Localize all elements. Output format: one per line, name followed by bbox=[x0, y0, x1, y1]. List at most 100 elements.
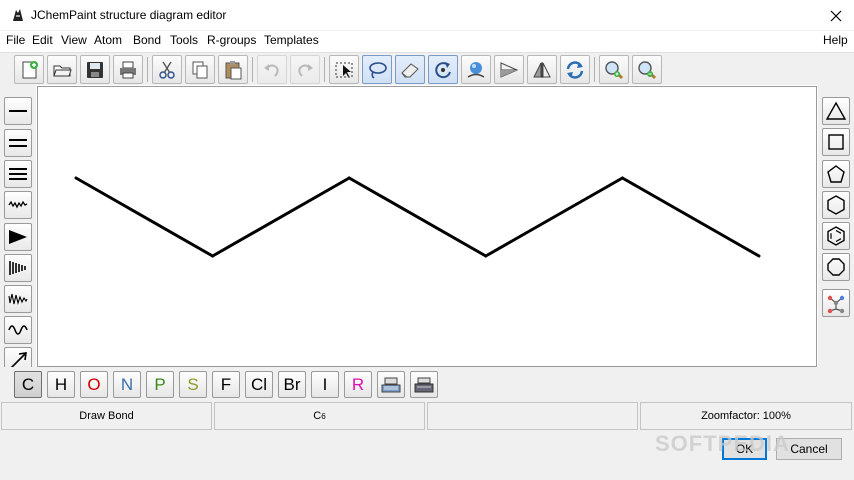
menu-tools[interactable]: Tools bbox=[170, 33, 198, 47]
cut-icon bbox=[159, 61, 175, 79]
status-mode-text: Draw Bond bbox=[79, 410, 134, 422]
cleanup-icon bbox=[467, 61, 485, 78]
bond-0[interactable] bbox=[74, 176, 215, 258]
print-button[interactable] bbox=[113, 55, 143, 84]
zoom-out-icon bbox=[638, 60, 657, 79]
pentagon-ring-icon bbox=[827, 165, 845, 183]
atom-button-c[interactable]: C bbox=[14, 371, 42, 398]
atom-button-o[interactable]: O bbox=[80, 371, 108, 398]
square-ring-button[interactable] bbox=[822, 128, 850, 156]
menu-help[interactable]: Help bbox=[823, 33, 848, 47]
paste-icon bbox=[225, 60, 242, 79]
menu-atom[interactable]: Atom bbox=[94, 33, 122, 47]
bond-2[interactable] bbox=[347, 176, 488, 258]
lasso-icon bbox=[369, 61, 387, 79]
flip-vertical-button[interactable] bbox=[527, 55, 557, 84]
paste-button[interactable] bbox=[218, 55, 248, 84]
octagon-ring-button[interactable] bbox=[822, 253, 850, 281]
bond-4[interactable] bbox=[620, 176, 761, 258]
bond-3[interactable] bbox=[484, 176, 624, 258]
wavy-bond-button[interactable] bbox=[4, 191, 32, 219]
rotate-button[interactable] bbox=[428, 55, 458, 84]
window-title: JChemPaint structure diagram editor bbox=[31, 8, 227, 22]
refresh-button[interactable] bbox=[560, 55, 590, 84]
undo-icon bbox=[264, 63, 279, 77]
rotate-icon bbox=[435, 61, 451, 78]
wedge-down-button[interactable] bbox=[4, 254, 32, 282]
atom-label: R bbox=[351, 374, 365, 394]
atom-label: C bbox=[21, 374, 35, 394]
benzene-ring-button[interactable] bbox=[822, 222, 850, 250]
menu-file[interactable]: File bbox=[6, 33, 25, 47]
template-ring-button[interactable] bbox=[822, 289, 850, 317]
jchempaint-logo-icon bbox=[13, 9, 23, 21]
wedge-down-icon bbox=[9, 261, 26, 275]
menu-bar: File Edit View Atom Bond Tools R-groups … bbox=[0, 31, 854, 51]
save-icon bbox=[87, 61, 103, 78]
atom-button-br[interactable]: Br bbox=[278, 371, 306, 398]
single-bond-icon bbox=[9, 110, 27, 112]
menu-bond[interactable]: Bond bbox=[133, 33, 161, 47]
save-button[interactable] bbox=[80, 55, 110, 84]
atom-button-p[interactable]: P bbox=[146, 371, 174, 398]
hexagon-ring-button[interactable] bbox=[822, 191, 850, 219]
atom-button-s[interactable]: S bbox=[179, 371, 207, 398]
atom-button-r[interactable]: R bbox=[344, 371, 372, 398]
toolbar-separator bbox=[594, 57, 595, 82]
atom-button-f[interactable]: F bbox=[212, 371, 240, 398]
pentagon-ring-button[interactable] bbox=[822, 160, 850, 188]
bond-1[interactable] bbox=[211, 176, 351, 258]
single-bond-button[interactable] bbox=[4, 97, 32, 125]
element-list-button[interactable] bbox=[410, 371, 438, 398]
zoom-in-button[interactable] bbox=[599, 55, 629, 84]
triple-bond-icon bbox=[9, 168, 27, 180]
lasso-button[interactable] bbox=[362, 55, 392, 84]
atom-label: Cl bbox=[250, 374, 268, 394]
bond-tool-panel bbox=[0, 85, 36, 375]
ring-tool-panel bbox=[818, 85, 854, 370]
triple-bond-button[interactable] bbox=[4, 160, 32, 188]
periodic-table-button[interactable] bbox=[377, 371, 405, 398]
zigzag-bond-button[interactable] bbox=[4, 285, 32, 313]
new-button[interactable] bbox=[14, 55, 44, 84]
open-button[interactable] bbox=[47, 55, 77, 84]
status-mode: Draw Bond bbox=[1, 402, 212, 430]
triangle-ring-icon bbox=[825, 101, 847, 120]
drawing-canvas[interactable] bbox=[37, 86, 817, 367]
flip-vertical-icon bbox=[533, 61, 551, 78]
triangle-ring-button[interactable] bbox=[822, 97, 850, 125]
menu-edit[interactable]: Edit bbox=[32, 33, 53, 47]
wedge-up-button[interactable] bbox=[4, 223, 32, 251]
cut-button[interactable] bbox=[152, 55, 182, 84]
select-rect-button[interactable] bbox=[329, 55, 359, 84]
eraser-icon bbox=[401, 62, 419, 77]
atom-button-h[interactable]: H bbox=[47, 371, 75, 398]
zigzag-bond-icon bbox=[8, 293, 28, 305]
toolbar-separator bbox=[252, 57, 253, 82]
double-bond-button[interactable] bbox=[4, 129, 32, 157]
atom-button-i[interactable]: I bbox=[311, 371, 339, 398]
benzene-ring-icon bbox=[827, 226, 845, 246]
wave-bond-button[interactable] bbox=[4, 316, 32, 344]
zoom-out-button[interactable] bbox=[632, 55, 662, 84]
menu-view[interactable]: View bbox=[61, 33, 87, 47]
copy-button[interactable] bbox=[185, 55, 215, 84]
flip-horizontal-button[interactable] bbox=[494, 55, 524, 84]
cleanup-button[interactable] bbox=[461, 55, 491, 84]
template-ring-icon bbox=[827, 295, 845, 314]
eraser-button[interactable] bbox=[395, 55, 425, 84]
refresh-icon bbox=[566, 60, 584, 79]
atom-button-n[interactable]: N bbox=[113, 371, 141, 398]
periodic-table-icon bbox=[381, 377, 401, 392]
molecule-drawing bbox=[74, 176, 761, 258]
atom-button-cl[interactable]: Cl bbox=[245, 371, 273, 398]
undo-button[interactable] bbox=[257, 55, 287, 84]
wavy-bond-icon bbox=[8, 200, 28, 209]
atom-label: O bbox=[87, 374, 101, 394]
close-button[interactable] bbox=[818, 0, 854, 31]
redo-button[interactable] bbox=[290, 55, 320, 84]
menu-templates[interactable]: Templates bbox=[264, 33, 319, 47]
atom-label: N bbox=[120, 374, 134, 394]
menu-r-groups[interactable]: R-groups bbox=[207, 33, 256, 47]
formula-base: C bbox=[313, 410, 322, 422]
